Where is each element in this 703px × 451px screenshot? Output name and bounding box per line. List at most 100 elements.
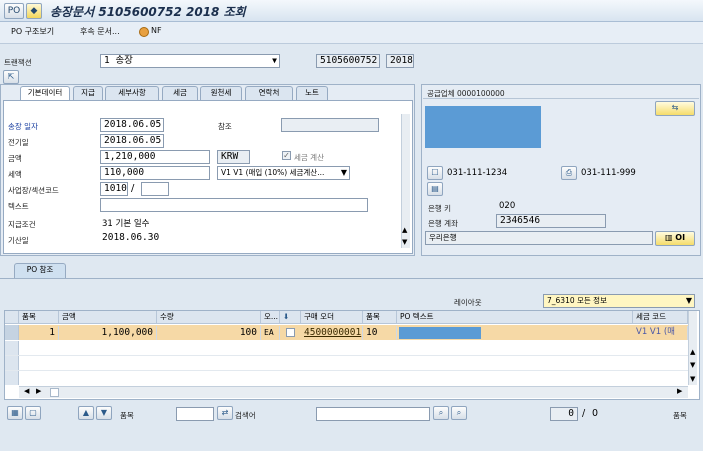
po-structure-button[interactable]: PO 구조보기 bbox=[11, 26, 54, 37]
text-label: 텍스트 bbox=[8, 202, 29, 211]
col-header-tax-code[interactable]: 세금 코드 bbox=[633, 311, 688, 324]
po-tab-divider bbox=[0, 278, 703, 279]
cell-amount: 1,100,000 bbox=[59, 326, 157, 340]
transaction-select[interactable]: 1 송장 ▼ bbox=[100, 54, 280, 68]
nf-button[interactable]: NF bbox=[151, 26, 162, 35]
fiscal-year-field: 2018 bbox=[386, 54, 414, 68]
scroll-thumb[interactable] bbox=[50, 388, 59, 397]
tab-basic-data[interactable]: 기본데이터 bbox=[20, 86, 70, 100]
vendor-fax: 031-111-999 bbox=[581, 168, 636, 178]
confirm-item-icon[interactable]: ⇄ bbox=[217, 406, 233, 420]
calculate-tax-checkbox[interactable]: ✓ bbox=[282, 151, 291, 160]
tab-po-reference[interactable]: PO 참조 bbox=[14, 263, 66, 278]
bank-name-field: 우리은행 bbox=[425, 231, 653, 245]
reference-field[interactable] bbox=[281, 118, 379, 132]
tab-withholding[interactable]: 원천세 bbox=[200, 86, 242, 100]
printer-icon[interactable]: ▤ bbox=[427, 182, 443, 196]
currency-field: KRW bbox=[217, 150, 250, 164]
chevron-down-icon: ▼ bbox=[685, 296, 692, 305]
scroll-up-icon[interactable]: ▲ bbox=[690, 348, 695, 356]
tab-tax[interactable]: 세금 bbox=[162, 86, 198, 100]
business-place-separator: / bbox=[131, 183, 135, 194]
vendor-edit-button[interactable]: ⇆ bbox=[655, 101, 695, 116]
amount-field[interactable]: 1,210,000 bbox=[100, 150, 210, 164]
scroll-up-icon[interactable]: ▲ bbox=[402, 226, 407, 234]
cell-po-number[interactable]: 4500000001 bbox=[301, 326, 363, 340]
calculate-tax-label: 세금 계산 bbox=[294, 153, 324, 162]
deselect-all-icon[interactable]: ▢ bbox=[25, 406, 41, 420]
find-icon[interactable]: ⌕ bbox=[433, 406, 449, 420]
tab-payment[interactable]: 지급 bbox=[73, 86, 103, 100]
tax-amount-field[interactable]: 110,000 bbox=[100, 166, 210, 180]
section-code-field[interactable] bbox=[141, 182, 169, 196]
base-date-value: 2018.06.30 bbox=[102, 232, 160, 243]
search-term-label: 검색어 bbox=[235, 411, 256, 420]
payment-terms-label: 지급조건 bbox=[8, 220, 36, 229]
grid-horizontal-scrollbar[interactable] bbox=[19, 386, 688, 398]
chevron-down-icon: ▼ bbox=[340, 168, 347, 177]
fax-icon[interactable]: ⎙ bbox=[561, 166, 577, 180]
grid-icon: ▥ bbox=[664, 233, 676, 242]
nf-icon bbox=[139, 27, 149, 37]
business-place-field[interactable]: 1010 bbox=[100, 182, 128, 196]
invoice-date-label: 송장 일자 bbox=[8, 122, 38, 131]
vendor-divider bbox=[423, 98, 699, 99]
scroll-left-icon[interactable]: ◀ bbox=[24, 387, 29, 395]
search-term-input[interactable] bbox=[316, 407, 430, 421]
cell-tax-code: V1 V1 (매 bbox=[633, 326, 688, 340]
col-header-amount[interactable]: 금액 bbox=[59, 311, 157, 324]
tab-notes[interactable]: 노트 bbox=[296, 86, 328, 100]
scroll-bottom-icon[interactable]: ▼ bbox=[690, 375, 695, 383]
col-header-quantity[interactable]: 수량 bbox=[157, 311, 261, 324]
open-items-label: OI bbox=[675, 233, 686, 242]
tab-contacts[interactable]: 연락처 bbox=[245, 86, 293, 100]
sort-ascending-icon[interactable]: ▲ bbox=[78, 406, 94, 420]
item-search-input[interactable] bbox=[176, 407, 214, 421]
find-next-icon[interactable]: ⌕ bbox=[451, 406, 467, 420]
cell-quantity: 100 bbox=[157, 326, 261, 340]
tax-code-select[interactable]: V1 V1 (매입 (10%) 세금계산... ▼ bbox=[217, 166, 350, 180]
row-selector-empty bbox=[5, 341, 19, 385]
filter-icon[interactable]: ⬇ bbox=[280, 311, 301, 324]
posting-date-label: 전기일 bbox=[8, 138, 29, 147]
bank-key-value: 020 bbox=[499, 201, 516, 211]
scroll-down-icon[interactable]: ▼ bbox=[402, 238, 407, 246]
row-selector[interactable] bbox=[5, 325, 19, 340]
layout-select[interactable]: 7_6310 모든 정보 ▼ bbox=[543, 294, 695, 308]
scroll-right-end-icon[interactable]: ▶ bbox=[677, 387, 682, 395]
amount-label: 금액 bbox=[8, 154, 22, 163]
tab-details[interactable]: 세부사항 bbox=[105, 86, 159, 100]
row-selector-header[interactable] bbox=[5, 311, 19, 324]
bank-account-field: 2346546 bbox=[496, 214, 606, 228]
cell-item: 1 bbox=[19, 326, 59, 340]
phone-icon[interactable]: ☐ bbox=[427, 166, 443, 180]
col-header-item[interactable]: 품목 bbox=[19, 311, 59, 324]
open-items-button[interactable]: ▥ OI bbox=[655, 231, 695, 246]
scroll-down-icon[interactable]: ▼ bbox=[690, 361, 695, 369]
col-header-unit[interactable]: 오... bbox=[261, 311, 280, 324]
vendor-address-block bbox=[425, 106, 541, 148]
expand-header-icon[interactable]: ⇱ bbox=[3, 70, 19, 84]
document-number-field: 5105600752 bbox=[316, 54, 380, 68]
tax-code-value: V1 V1 (매입 (10%) 세금계산... bbox=[221, 168, 325, 177]
select-all-icon[interactable]: ▦ bbox=[7, 406, 23, 420]
col-header-po-text[interactable]: PO 텍스트 bbox=[397, 311, 633, 324]
system-menu-icon[interactable]: PO bbox=[4, 3, 24, 19]
row-checkbox[interactable] bbox=[286, 328, 295, 337]
scroll-right-icon[interactable]: ▶ bbox=[36, 387, 41, 395]
invoice-date-field[interactable]: 2018.06.05 bbox=[100, 118, 164, 132]
col-header-po[interactable]: 구매 오더 bbox=[301, 311, 363, 324]
col-header-po-item[interactable]: 품목 bbox=[363, 311, 397, 324]
item-search-label: 품목 bbox=[120, 411, 134, 420]
text-field[interactable] bbox=[100, 198, 368, 212]
posting-date-field[interactable]: 2018.06.05 bbox=[100, 134, 164, 148]
bank-key-label: 은행 키 bbox=[428, 204, 452, 213]
count-total: 0 bbox=[592, 408, 599, 419]
follow-documents-button[interactable]: 후속 문서... bbox=[80, 26, 120, 37]
count-separator: / bbox=[582, 408, 586, 419]
layout-label: 레이아웃 bbox=[454, 298, 482, 307]
transaction-label: 트랜잭션 bbox=[4, 58, 32, 67]
sort-descending-icon[interactable]: ▼ bbox=[96, 406, 112, 420]
cell-po-text bbox=[399, 327, 481, 339]
favorite-icon[interactable]: ◆ bbox=[26, 3, 42, 19]
